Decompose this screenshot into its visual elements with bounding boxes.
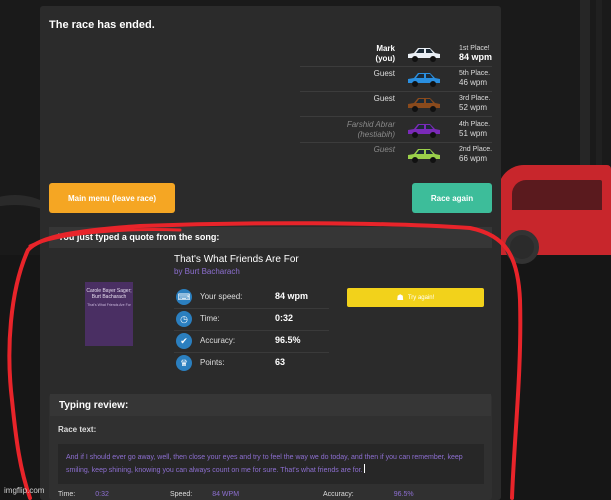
review-speed: Speed: 84 WPM: [170, 491, 239, 498]
main-menu-button[interactable]: Main menu (leave race): [49, 183, 175, 213]
racer-result: 1st Place! 84 wpm: [459, 44, 492, 62]
trophy-icon: ♛: [176, 355, 192, 371]
quote-section-header: You just typed a quote from the song:: [49, 227, 492, 248]
racer-name: Guest: [373, 94, 395, 103]
speedometer-icon: ⌨: [176, 289, 192, 305]
clock-icon: ◷: [176, 311, 192, 327]
background-post: [596, 0, 602, 180]
text-caret: [363, 464, 365, 473]
review-time: Time: 0:32: [58, 491, 109, 498]
racer-car-icon: [408, 124, 440, 138]
review-speed-label: Speed:: [170, 491, 193, 498]
stat-value: 96.5%: [275, 335, 301, 345]
race-text-label: Race text:: [58, 425, 97, 434]
typing-review-title: Typing review:: [50, 394, 491, 416]
racer-wpm: 84 wpm: [459, 52, 493, 62]
racer-car-icon: [408, 73, 440, 87]
stat-row: ⌨ Your speed: 84 wpm: [174, 287, 344, 309]
racer-car-icon: [408, 48, 440, 62]
background-post: [580, 0, 590, 180]
racer-wpm: 52 wpm: [459, 103, 488, 112]
race-text: And if I should ever go away, well, then…: [66, 454, 463, 474]
racer-name: Guest: [373, 145, 395, 154]
stat-label: Your speed:: [200, 292, 243, 301]
review-accuracy: Accuracy: 96.5%: [323, 491, 414, 498]
racer-result: 3rd Place. 52 wpm: [459, 94, 491, 112]
background-car-wheel: [505, 230, 539, 264]
racer-result: 4th Place. 51 wpm: [459, 120, 490, 138]
racer-wpm: 51 wpm: [459, 129, 488, 138]
song-artist-link[interactable]: by Burt Bacharach: [174, 267, 240, 276]
review-time-label: Time:: [58, 491, 76, 498]
racer-row: Guest 5th Place. 46 wpm: [300, 67, 500, 93]
racer-wpm: 66 wpm: [459, 154, 488, 163]
race-again-button[interactable]: Race again: [412, 183, 492, 213]
album-cover-subtext: That's What Friends Are For: [87, 303, 131, 307]
race-text-box: And if I should ever go away, well, then…: [58, 444, 484, 484]
racer-place: 4th Place.: [459, 121, 491, 128]
review-speed-value: 84 WPM: [212, 491, 240, 498]
stat-label: Time:: [200, 314, 220, 323]
stat-value: 63: [275, 357, 286, 367]
racer-row: Mark (you) 1st Place! 84 wpm: [300, 42, 500, 68]
racer-car-icon: [408, 149, 440, 163]
song-title: That's What Friends Are For: [174, 254, 299, 265]
ghost-icon: ☗: [396, 293, 404, 302]
stat-value: 0:32: [275, 313, 294, 323]
racer-place: 3rd Place.: [459, 95, 491, 102]
racer-result: 2nd Place. 66 wpm: [459, 145, 492, 163]
stat-label: Accuracy:: [200, 336, 236, 345]
album-cover[interactable]: Carole Bayer Sager; Burt Bacharach That'…: [85, 282, 133, 346]
racer-row: Guest 3rd Place. 52 wpm: [300, 92, 500, 118]
review-accuracy-value: 96.5%: [393, 491, 414, 498]
racer-wpm: 46 wpm: [459, 78, 488, 87]
row-divider: [300, 116, 492, 117]
racer-name: Mark (you): [375, 44, 395, 63]
try-again-label: Try again!: [407, 294, 435, 301]
try-again-button[interactable]: ☗ Try again!: [347, 288, 484, 307]
racer-place: 2nd Place.: [459, 146, 493, 153]
racer-result: 5th Place. 46 wpm: [459, 69, 490, 87]
race-status-title: The race has ended.: [49, 19, 155, 31]
racer-row: Guest 2nd Place. 66 wpm: [300, 143, 500, 169]
stat-row: ◷ Time: 0:32: [174, 309, 344, 331]
racer-name: Farshid Abrar (hestiabih): [346, 120, 395, 139]
album-cover-text: Carole Bayer Sager; Burt Bacharach: [86, 288, 132, 300]
stat-value: 84 wpm: [275, 291, 309, 301]
stat-row: ♛ Points: 63: [174, 353, 344, 375]
racer-car-icon: [408, 98, 440, 112]
racer-row: Farshid Abrar (hestiabih) 4th Place. 51 wp…: [300, 118, 500, 144]
background-car-window: [512, 180, 602, 210]
review-accuracy-label: Accuracy:: [323, 491, 354, 498]
stat-label: Points:: [200, 358, 225, 367]
racer-name: Guest: [373, 69, 395, 78]
stat-row: ✔ Accuracy: 96.5%: [174, 331, 344, 353]
racer-place: 5th Place.: [459, 70, 491, 77]
review-time-value: 0:32: [95, 491, 109, 498]
imgflip-watermark: imgflip.com: [4, 486, 45, 495]
check-icon: ✔: [176, 333, 192, 349]
